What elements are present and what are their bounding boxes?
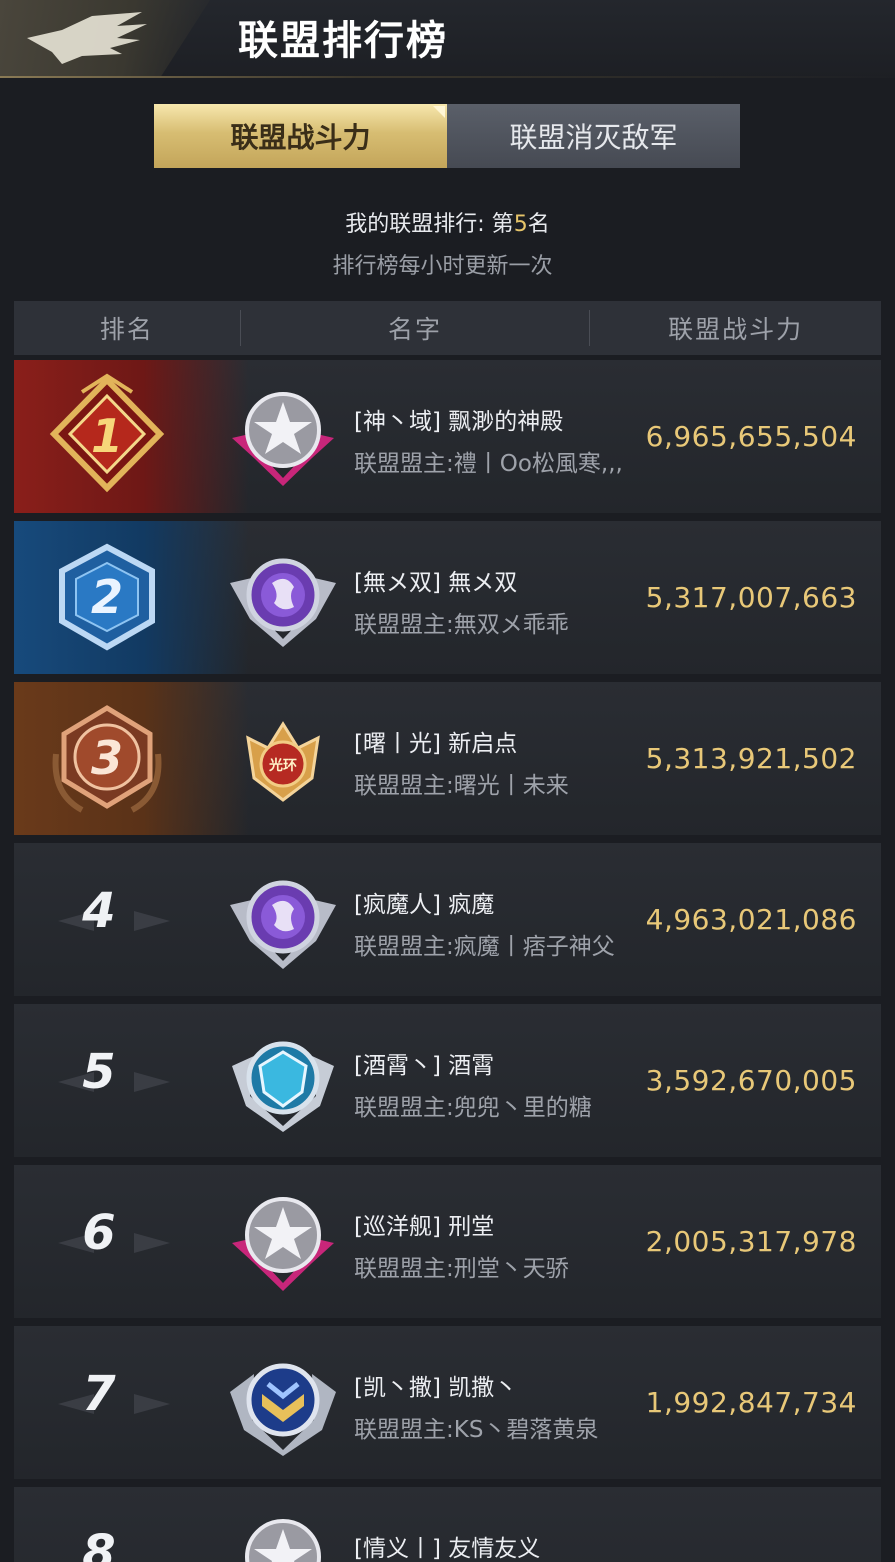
my-rank-suffix: 名 xyxy=(527,212,550,237)
rank-1-badge-icon: 1 xyxy=(49,373,165,493)
my-alliance-rank: 我的联盟排行: 第5名 xyxy=(0,206,895,238)
alliance-name: [凯丶撒] 凯撒丶 xyxy=(354,1375,518,1401)
header-divider xyxy=(0,76,895,78)
purple-lion-emblem-icon xyxy=(230,880,336,969)
table-row[interactable]: 5 [酒霄丶] 酒霄 联盟盟主:兜兜丶里的糖 3,592,670,005 xyxy=(14,1004,881,1157)
alliance-leader: 联盟盟主:刑堂丶天骄 xyxy=(354,1256,569,1282)
column-name: 名字 xyxy=(388,315,443,344)
table-row[interactable]: 3 光环 [曙丨光] 新启点 联盟盟主:曙光丨未来 5,313,921,502 xyxy=(14,682,881,835)
rank-number: 4 xyxy=(82,883,116,939)
rank-2-badge-icon: 2 xyxy=(59,543,155,651)
table-row[interactable]: 7 [凯丶撒] 凯撒丶 联盟盟主:KS丶碧落黄泉 1,992,847,734 xyxy=(14,1326,881,1479)
rank-number: 6 xyxy=(82,1205,116,1261)
alliance-name: [酒霄丶] 酒霄 xyxy=(354,1053,495,1079)
my-rank-prefix: 我的联盟排行: 第 xyxy=(345,212,514,237)
alliance-name: [曙丨光] 新启点 xyxy=(354,731,518,757)
column-rank: 排名 xyxy=(99,315,154,344)
alliance-power: 1,992,847,734 xyxy=(645,1386,857,1419)
alliance-leader: 联盟盟主:兜兜丶里的糖 xyxy=(354,1095,592,1121)
table-row[interactable]: 4 [疯魔人] 疯魔 联盟盟主:疯魔丨痞子神父 4,963,021,086 xyxy=(14,843,881,996)
gold-halo-emblem-icon: 光环 xyxy=(246,721,320,802)
tab-alliance-kills[interactable]: 联盟消灭敌军 xyxy=(447,104,740,168)
blue-chevron-emblem-icon xyxy=(230,1363,336,1456)
eagle-logo xyxy=(0,0,210,78)
alliance-leader: 联盟盟主:KS丶碧落黄泉 xyxy=(354,1417,599,1443)
pink-star-emblem-icon xyxy=(245,1519,321,1562)
rank-number: 8 xyxy=(82,1525,116,1562)
tab-alliance-power[interactable]: 联盟战斗力 xyxy=(154,104,447,168)
table-row[interactable]: 8 [情义丨] 友情友义 xyxy=(14,1487,881,1562)
table-row[interactable]: 2 [無メ双] 無メ双 联盟盟主:無双メ乖乖 5,317,007,663 xyxy=(14,521,881,674)
alliance-power: 5,317,007,663 xyxy=(645,581,857,614)
table-row[interactable]: 1 [神丶域] 飘渺的神殿 联盟盟主:禮丨Oo松風寒,,, 6,965,655,… xyxy=(14,360,881,513)
alliance-leader: 联盟盟主:禮丨Oo松風寒,,, xyxy=(354,451,623,477)
emblem-text: 光环 xyxy=(268,757,297,774)
update-note: 排行榜每小时更新一次 xyxy=(332,254,553,279)
table-row[interactable]: 6 [巡洋舰] 刑堂 联盟盟主:刑堂丶天骄 2,005,317,978 xyxy=(14,1165,881,1318)
alliance-leader: 联盟盟主:無双メ乖乖 xyxy=(354,612,569,638)
alliance-power: 2,005,317,978 xyxy=(645,1225,857,1258)
alliance-name: [巡洋舰] 刑堂 xyxy=(354,1214,495,1240)
rank-3-badge-icon: 3 xyxy=(52,705,162,813)
alliance-power: 3,592,670,005 xyxy=(645,1064,857,1097)
rank-number: 7 xyxy=(82,1366,116,1422)
alliance-name: [情义丨] 友情友义 xyxy=(354,1536,541,1562)
rank-number: 5 xyxy=(82,1044,116,1100)
alliance-name: [神丶域] 飘渺的神殿 xyxy=(354,409,564,435)
pink-star-emblem-icon xyxy=(232,392,334,486)
alliance-power: 6,965,655,504 xyxy=(645,420,857,453)
cyan-shield-emblem-icon xyxy=(232,1041,334,1132)
alliance-power: 4,963,021,086 xyxy=(645,903,857,936)
column-power: 联盟战斗力 xyxy=(668,315,804,344)
alliance-leader: 联盟盟主:曙光丨未来 xyxy=(354,773,569,799)
alliance-power: 5,313,921,502 xyxy=(645,742,857,775)
rank-1-label: 1 xyxy=(91,409,123,463)
purple-lion-emblem-icon xyxy=(230,558,336,647)
rank-2-label: 2 xyxy=(91,570,123,624)
header-bar: 联盟排行榜 xyxy=(0,0,895,78)
alliance-name: [疯魔人] 疯魔 xyxy=(354,892,495,918)
rank-3-label: 3 xyxy=(91,731,123,785)
tab-bar: 联盟战斗力 联盟消灭敌军 xyxy=(154,104,740,168)
page-title: 联盟排行榜 xyxy=(238,18,448,64)
alliance-name: [無メ双] 無メ双 xyxy=(354,570,518,596)
eagle-icon xyxy=(27,12,147,64)
alliance-leader: 联盟盟主:疯魔丨痞子神父 xyxy=(354,934,615,960)
pink-star-emblem-icon xyxy=(232,1197,334,1291)
my-rank-value: 5 xyxy=(513,212,528,237)
table-header: 排名 名字 联盟战斗力 xyxy=(14,301,881,355)
